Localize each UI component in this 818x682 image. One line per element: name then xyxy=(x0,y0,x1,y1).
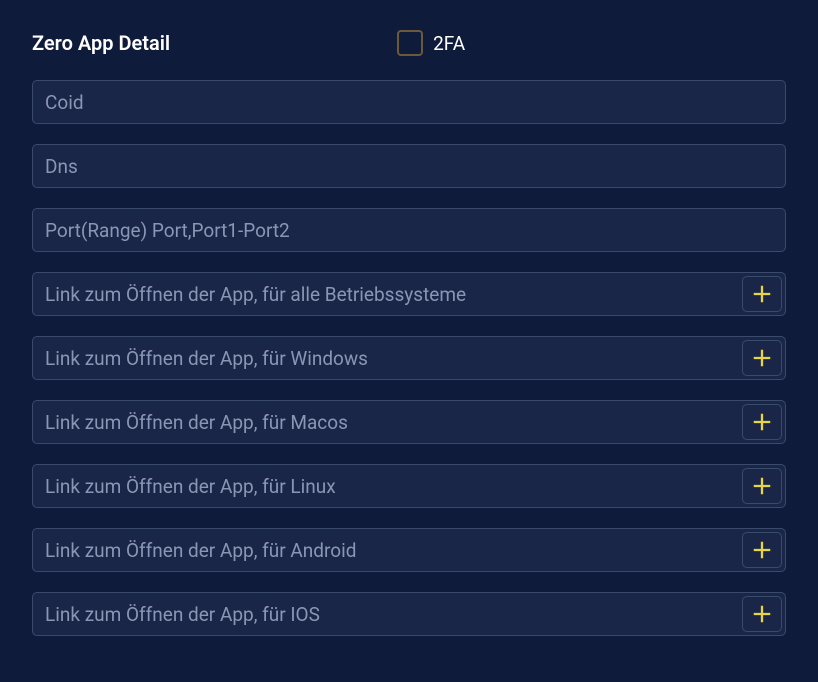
dns-input[interactable] xyxy=(32,144,786,188)
twofa-checkbox[interactable] xyxy=(397,30,423,56)
add-link-linux-button[interactable] xyxy=(742,468,782,504)
link-linux-input[interactable] xyxy=(32,464,786,508)
twofa-label: 2FA xyxy=(433,32,465,55)
link-ios-input[interactable] xyxy=(32,592,786,636)
link-ios-field xyxy=(32,592,786,636)
add-link-windows-button[interactable] xyxy=(742,340,782,376)
coid-field xyxy=(32,80,786,124)
link-android-field xyxy=(32,528,786,572)
link-windows-input[interactable] xyxy=(32,336,786,380)
port-field xyxy=(32,208,786,252)
page-title: Zero App Detail xyxy=(32,31,170,55)
link-windows-field xyxy=(32,336,786,380)
plus-icon xyxy=(751,603,773,625)
link-all-field xyxy=(32,272,786,316)
link-android-input[interactable] xyxy=(32,528,786,572)
add-link-all-button[interactable] xyxy=(742,276,782,312)
add-link-ios-button[interactable] xyxy=(742,596,782,632)
plus-icon xyxy=(751,475,773,497)
plus-icon xyxy=(751,411,773,433)
header-row: Zero App Detail 2FA xyxy=(32,30,786,56)
plus-icon xyxy=(751,283,773,305)
link-macos-field xyxy=(32,400,786,444)
link-macos-input[interactable] xyxy=(32,400,786,444)
plus-icon xyxy=(751,539,773,561)
port-input[interactable] xyxy=(32,208,786,252)
link-all-input[interactable] xyxy=(32,272,786,316)
add-link-macos-button[interactable] xyxy=(742,404,782,440)
twofa-checkbox-group: 2FA xyxy=(397,30,465,56)
add-link-android-button[interactable] xyxy=(742,532,782,568)
link-linux-field xyxy=(32,464,786,508)
coid-input[interactable] xyxy=(32,80,786,124)
plus-icon xyxy=(751,347,773,369)
dns-field xyxy=(32,144,786,188)
